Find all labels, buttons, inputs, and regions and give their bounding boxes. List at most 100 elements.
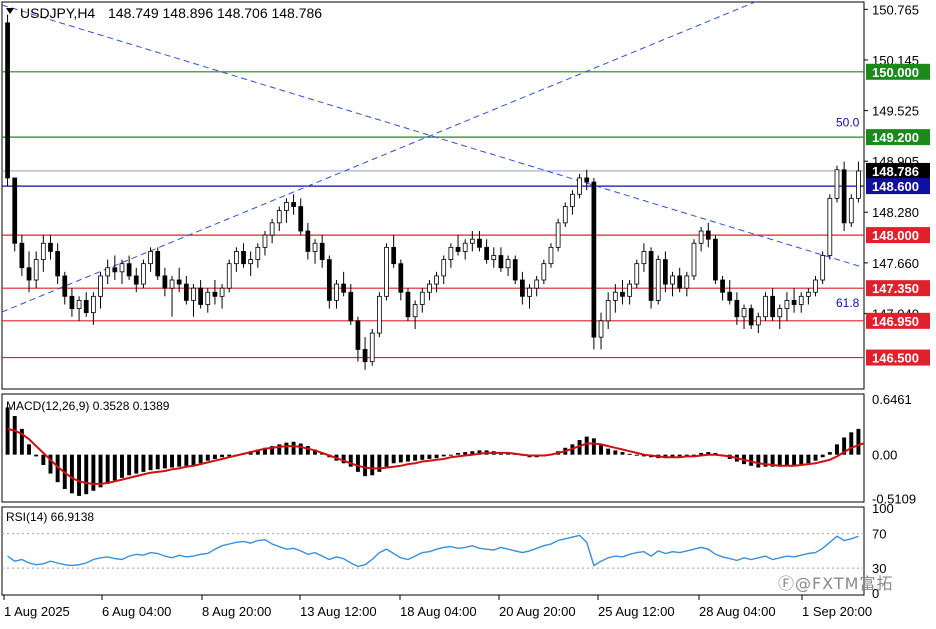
macd-histogram-bar (835, 444, 839, 455)
candle-body (98, 275, 103, 297)
level-tag-label: 149.200 (872, 130, 919, 145)
candle-body (226, 263, 232, 289)
candle-body (326, 259, 332, 301)
ohlc-readout: 148.749 148.896 148.706 148.786 (108, 5, 322, 21)
candle-body (26, 267, 32, 281)
macd-histogram-bar (420, 454, 425, 460)
main-panel (1, 1, 865, 390)
candle-body (612, 291, 618, 301)
candle-body (755, 316, 761, 326)
candle-body (748, 308, 754, 326)
candle-body (419, 291, 425, 305)
price-axis: 150.765150.145149.525148.905148.280147.6… (864, 2, 919, 321)
macd-label: MACD(12,26,9) 0.3528 0.1389 (6, 399, 170, 413)
macd-histogram-bar (34, 454, 39, 457)
macd-histogram-bar (634, 454, 639, 456)
candle-body (248, 259, 254, 265)
candle-body (534, 279, 540, 289)
candle-body (141, 263, 146, 285)
macd-axis-label: 0.00 (872, 448, 897, 463)
macd-histogram-bar (456, 452, 460, 455)
macd-histogram-bar (591, 438, 596, 455)
candle-body (62, 275, 68, 297)
candle-body (734, 300, 740, 318)
candle-body (570, 193, 575, 207)
macd-histogram-bar (84, 454, 89, 495)
candle-body (148, 251, 153, 265)
candle-body (398, 263, 404, 293)
candle-body (241, 251, 246, 265)
macd-histogram-bar (170, 454, 174, 468)
level-tag-label: 148.786 (872, 164, 919, 179)
level-tag-label: 148.600 (872, 179, 919, 194)
candle-body (33, 259, 39, 281)
candle-body (212, 291, 218, 297)
candle-body (198, 287, 203, 305)
time-tick-label: 13 Aug 12:00 (300, 604, 377, 619)
macd-histogram-bar (391, 454, 396, 464)
candle-body (505, 259, 511, 269)
macd-histogram-bar (398, 454, 403, 463)
candle-body (112, 267, 118, 273)
macd-histogram-bar (799, 454, 804, 465)
macd-histogram-bar (98, 454, 103, 488)
brand-watermark: Ⓕ@FXTM富拓 (778, 574, 894, 593)
candle-body (55, 251, 60, 277)
candle-body (512, 259, 518, 281)
candle-body (469, 238, 475, 244)
candle-body (412, 304, 418, 318)
macd-histogram-bar (284, 442, 289, 455)
candle-body (591, 181, 597, 338)
macd-histogram-bar (384, 454, 389, 467)
candle-body (791, 300, 797, 305)
candle-body (477, 238, 482, 248)
macd-histogram-bar (756, 454, 761, 468)
candle-body (19, 242, 25, 269)
candle-body (484, 246, 489, 260)
candle-body (334, 283, 339, 301)
candle-body (183, 283, 189, 301)
level-tag-label: 147.350 (872, 281, 919, 296)
candle-body (627, 283, 632, 297)
candle-body (684, 275, 690, 289)
macd-histogram-bar (813, 454, 818, 461)
candle-body (162, 275, 168, 289)
macd-histogram-bar (627, 453, 632, 455)
candle-body (763, 295, 768, 318)
fib-level-label: 50.0 (836, 116, 860, 130)
candle-body (655, 259, 661, 301)
candle-body (155, 251, 161, 277)
price-tick-label: 148.280 (872, 205, 919, 220)
macd-histogram-bar (191, 454, 196, 465)
candle-body (205, 291, 211, 305)
candle-body (648, 251, 654, 301)
macd-histogram-bar (441, 454, 446, 457)
level-tag-label: 150.000 (872, 65, 919, 80)
macd-histogram-bar (427, 454, 432, 459)
candle-body (5, 22, 10, 179)
candle-body (620, 291, 625, 297)
chart-window[interactable]: 50.0 61.8 150.765 150.145 149.525 148.905 148… (0, 0, 936, 624)
macd-histogram-bar (827, 452, 832, 455)
macd-histogram-bar (220, 454, 225, 458)
time-tick-label: 1 Sep 20:00 (802, 604, 872, 619)
candle-body (391, 246, 397, 265)
macd-histogram-bar (784, 454, 789, 466)
candle-body (176, 279, 182, 285)
macd-histogram-bar (434, 454, 439, 459)
chart-canvas[interactable]: 50.0 61.8 150.765150.145149.525148.905148… (0, 0, 936, 624)
macd-histogram-bar (77, 454, 82, 496)
candle-body (133, 275, 139, 285)
candle-body (598, 320, 604, 338)
macd-histogram-bar (162, 454, 167, 469)
candle-body (663, 259, 668, 285)
macd-histogram-bar (212, 454, 217, 459)
time-tick-label: 1 Aug 2025 (4, 604, 70, 619)
macd-histogram-bar (406, 454, 410, 462)
macd-histogram-bar (856, 428, 861, 455)
candle-body (584, 177, 590, 183)
macd-histogram-bar (348, 454, 353, 467)
candle-body (348, 291, 354, 322)
candle-body (262, 234, 268, 248)
candle-body (48, 242, 53, 252)
